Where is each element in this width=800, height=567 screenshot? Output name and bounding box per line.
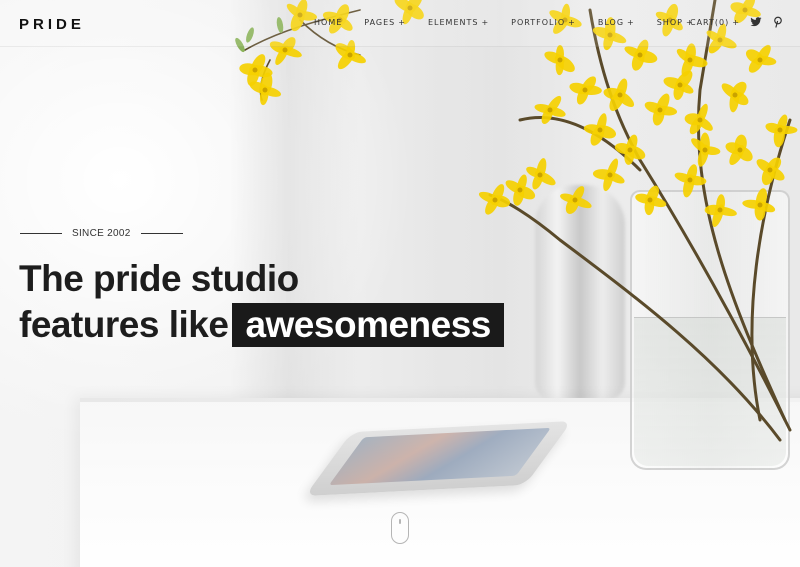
nav-item-portfolio[interactable]: PORTFOLIO + xyxy=(511,18,576,27)
yellow-flower xyxy=(745,44,777,73)
cart-link[interactable]: CART(0) + xyxy=(690,18,740,27)
yellow-flower xyxy=(765,114,798,148)
yellow-flower xyxy=(756,157,785,186)
twitter-icon[interactable] xyxy=(750,16,762,28)
submenu-plus-icon: + xyxy=(627,18,635,27)
headline-prefix: features like xyxy=(19,304,229,345)
mouse-wheel xyxy=(399,519,401,524)
submenu-plus-icon: + xyxy=(568,18,576,27)
headline-highlight: awesomeness xyxy=(232,303,504,347)
nav-item-home[interactable]: HOME xyxy=(314,18,342,27)
nav-item-shop[interactable]: SHOP + xyxy=(657,18,694,27)
yellow-flower xyxy=(614,134,646,165)
yellow-flower xyxy=(526,158,556,190)
yellow-flower xyxy=(583,113,617,146)
nav-item-blog[interactable]: BLOG + xyxy=(598,18,635,27)
yellow-flower xyxy=(592,158,625,192)
pinterest-icon[interactable] xyxy=(772,16,784,28)
since-tagline: SINCE 2002 xyxy=(20,228,183,239)
divider-line xyxy=(20,233,62,234)
nav-item-pages[interactable]: PAGES + xyxy=(364,18,406,27)
submenu-plus-icon: + xyxy=(732,18,740,27)
divider-line xyxy=(140,233,183,234)
hero-headline: The pride studio features like awesomenes… xyxy=(19,256,504,348)
submenu-plus-icon: + xyxy=(481,18,490,27)
yellow-flower xyxy=(478,184,511,215)
yellow-flower xyxy=(635,185,667,216)
headline-line-1: The pride studio xyxy=(19,258,299,299)
headline-line-2: features like awesomeness xyxy=(19,302,504,348)
since-label: SINCE 2002 xyxy=(72,228,131,239)
scroll-down-mouse-icon[interactable] xyxy=(391,512,409,544)
nav-item-elements[interactable]: ELEMENTS + xyxy=(428,18,489,27)
yellow-flower xyxy=(644,93,678,126)
yellow-flower xyxy=(725,134,753,166)
flower-stem xyxy=(488,193,782,442)
yellow-flower xyxy=(742,188,776,221)
yellow-flower xyxy=(721,81,749,113)
yellow-flower xyxy=(569,76,602,105)
yellow-flower xyxy=(691,132,721,167)
brand-logo[interactable]: PRIDE xyxy=(19,16,85,33)
top-navigation-bar: PRIDE HOME PAGES + ELEMENTS + PORTFOLIO + B… xyxy=(0,0,800,47)
yellow-flower xyxy=(560,186,592,215)
yellow-flower xyxy=(544,45,575,76)
hero-page: PRIDE HOME PAGES + ELEMENTS + PORTFOLIO + B… xyxy=(0,0,800,567)
main-menu: HOME PAGES + ELEMENTS + PORTFOLIO + BLOG + S… xyxy=(314,18,694,27)
submenu-plus-icon: + xyxy=(398,18,406,27)
